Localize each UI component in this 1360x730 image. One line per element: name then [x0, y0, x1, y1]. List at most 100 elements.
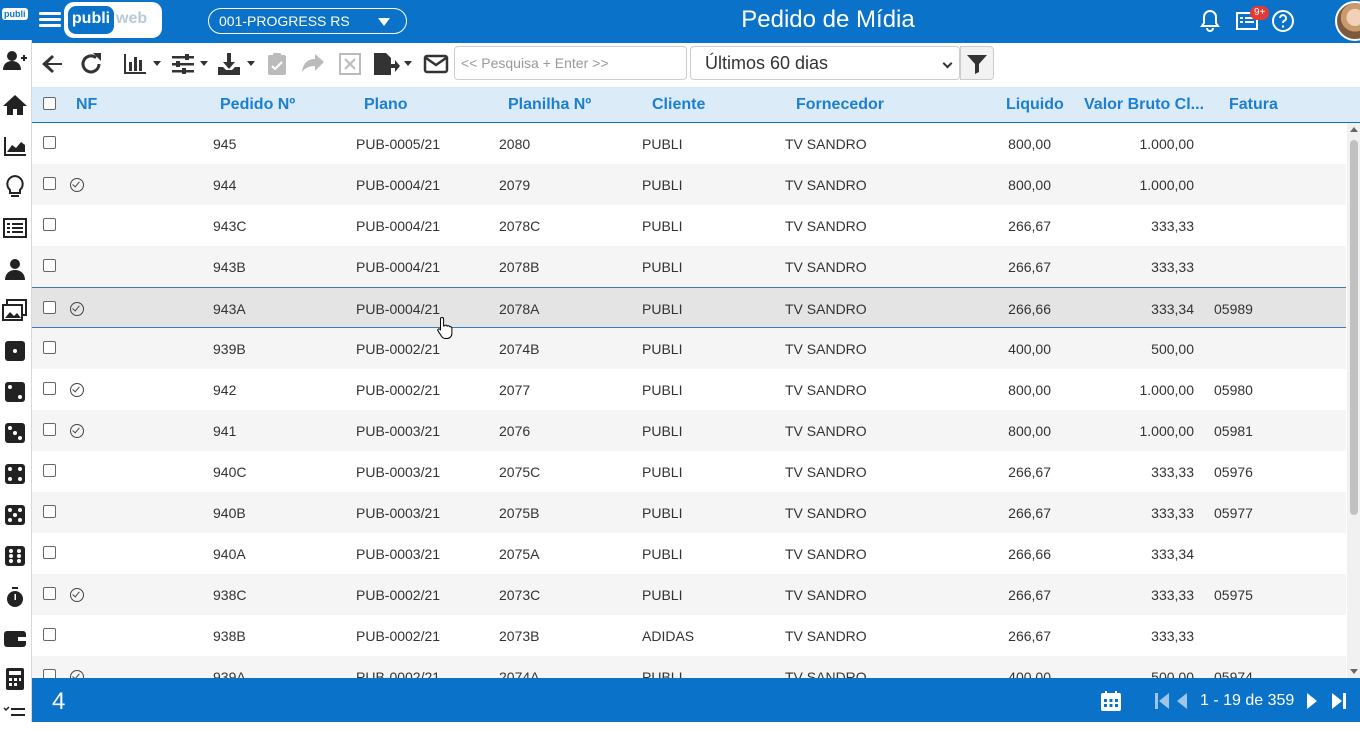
- scroll-down-arrow-icon[interactable]: [1350, 669, 1358, 674]
- calculator-icon[interactable]: [2, 666, 28, 692]
- dice-five-icon[interactable]: [2, 502, 28, 528]
- cell-planilha: 2076: [499, 423, 531, 439]
- first-page-icon[interactable]: [1154, 690, 1170, 712]
- cell-pedido: 939A: [213, 669, 246, 678]
- download-icon[interactable]: [216, 51, 242, 79]
- scrollbar-thumb[interactable]: [1350, 140, 1358, 515]
- table-row[interactable]: 941 PUB-0003/21 2076 PUBLI TV SANDRO 800,00 1.…: [32, 410, 1346, 451]
- clipboard-icon[interactable]: [266, 51, 288, 79]
- export-icon[interactable]: [372, 51, 400, 79]
- sliders-icon[interactable]: [170, 51, 196, 79]
- app-logo[interactable]: publi web: [64, 2, 162, 38]
- dice-four-icon[interactable]: [2, 461, 28, 487]
- dice-six-icon[interactable]: [2, 543, 28, 569]
- table-row[interactable]: 940C PUB-0003/21 2075C PUBLI TV SANDRO 266,67…: [32, 451, 1346, 492]
- row-checkbox[interactable]: [43, 423, 56, 436]
- vertical-scrollbar[interactable]: [1347, 123, 1360, 678]
- rail-logo[interactable]: publi: [0, 0, 32, 40]
- row-checkbox[interactable]: [43, 464, 56, 477]
- dice-three-icon[interactable]: [2, 420, 28, 446]
- home-icon[interactable]: [2, 92, 28, 118]
- filter-button[interactable]: [960, 46, 994, 80]
- company-selector[interactable]: 001-PROGRESS RS: [208, 8, 407, 34]
- column-header-valor-bruto[interactable]: Valor Bruto Cl...: [1084, 96, 1204, 114]
- column-header-liquido[interactable]: Liquido: [1006, 96, 1064, 114]
- area-chart-icon[interactable]: [2, 133, 28, 159]
- user-avatar[interactable]: [1335, 1, 1360, 41]
- column-header-fornecedor[interactable]: Fornecedor: [796, 96, 884, 114]
- column-header-nf[interactable]: NF: [76, 96, 97, 114]
- row-checkbox[interactable]: [43, 505, 56, 518]
- cell-valor-bruto: 333,33: [1151, 259, 1194, 275]
- period-select[interactable]: Últimos 60 dias: [690, 46, 960, 80]
- hamburger-menu-icon[interactable]: [39, 9, 61, 31]
- table-row[interactable]: 939A PUB-0002/21 2074A PUBLI TV SANDRO 400,00…: [32, 656, 1346, 678]
- cell-plano: PUB-0004/21: [356, 177, 441, 193]
- row-checkbox[interactable]: [43, 301, 56, 314]
- row-checkbox[interactable]: [43, 341, 56, 354]
- row-checkbox[interactable]: [43, 177, 56, 190]
- table-row[interactable]: 938B PUB-0002/21 2073B ADIDAS TV SANDRO 266,6…: [32, 615, 1346, 656]
- cell-liquido: 266,67: [1008, 464, 1051, 480]
- last-page-icon[interactable]: [1331, 690, 1347, 712]
- sliders-caret-icon[interactable]: [200, 61, 208, 66]
- cell-valor-bruto: 333,33: [1151, 464, 1194, 480]
- cell-plano: PUB-0002/21: [356, 382, 441, 398]
- table-row[interactable]: 943B PUB-0004/21 2078B PUBLI TV SANDRO 266,67…: [32, 246, 1346, 287]
- cell-plano: PUB-0004/21: [356, 259, 441, 275]
- column-header-planilha[interactable]: Planilha Nº: [508, 96, 591, 114]
- bell-icon[interactable]: [1198, 9, 1222, 33]
- media-images-icon[interactable]: [2, 297, 28, 323]
- table-row[interactable]: 939B PUB-0002/21 2074B PUBLI TV SANDRO 400,00…: [32, 328, 1346, 369]
- row-checkbox[interactable]: [43, 669, 56, 678]
- bar-chart-icon[interactable]: [122, 51, 150, 79]
- search-input[interactable]: [454, 46, 687, 80]
- stopwatch-icon[interactable]: [2, 584, 28, 610]
- tasks-icon[interactable]: [2, 704, 28, 730]
- envelope-icon[interactable]: [423, 51, 449, 79]
- download-caret-icon[interactable]: [247, 61, 255, 66]
- export-caret-icon[interactable]: [404, 61, 412, 66]
- cell-cliente: PUBLI: [642, 546, 683, 562]
- logo-text-publi: publi: [68, 6, 114, 34]
- table-row[interactable]: 943A PUB-0004/21 2078A PUBLI TV SANDRO 266,66…: [32, 287, 1346, 328]
- refresh-icon[interactable]: [78, 51, 104, 79]
- list-icon[interactable]: [2, 215, 28, 241]
- row-checkbox[interactable]: [43, 628, 56, 641]
- calendar-icon[interactable]: [1100, 690, 1122, 712]
- previous-page-icon[interactable]: [1176, 690, 1188, 712]
- column-header-plano[interactable]: Plano: [364, 96, 408, 114]
- row-checkbox[interactable]: [43, 136, 56, 149]
- column-header-cliente[interactable]: Cliente: [652, 96, 705, 114]
- lightbulb-icon[interactable]: [2, 174, 28, 200]
- row-checkbox[interactable]: [43, 218, 56, 231]
- row-checkbox[interactable]: [43, 587, 56, 600]
- help-icon[interactable]: [1271, 9, 1295, 33]
- wallet-icon[interactable]: [2, 625, 28, 651]
- table-row[interactable]: 943C PUB-0004/21 2078C PUBLI TV SANDRO 266,67…: [32, 205, 1346, 246]
- back-arrow-icon[interactable]: [40, 51, 66, 79]
- bar-chart-caret-icon[interactable]: [153, 61, 161, 66]
- add-user-icon[interactable]: [2, 48, 28, 74]
- column-header-fatura[interactable]: Fatura: [1229, 96, 1278, 114]
- cell-pedido: 943A: [213, 301, 246, 317]
- scroll-up-arrow-icon[interactable]: [1350, 127, 1358, 132]
- share-icon[interactable]: [300, 51, 326, 79]
- table-row[interactable]: 940B PUB-0003/21 2075B PUBLI TV SANDRO 266,67…: [32, 492, 1346, 533]
- table-row[interactable]: 940A PUB-0003/21 2075A PUBLI TV SANDRO 266,66…: [32, 533, 1346, 574]
- row-checkbox[interactable]: [43, 382, 56, 395]
- column-header-pedido[interactable]: Pedido Nº: [220, 96, 295, 114]
- table-row[interactable]: 942 PUB-0002/21 2077 PUBLI TV SANDRO 800,00 1.…: [32, 369, 1346, 410]
- select-all-checkbox[interactable]: [43, 97, 56, 110]
- cancel-icon[interactable]: [338, 51, 362, 79]
- table-row[interactable]: 944 PUB-0004/21 2079 PUBLI TV SANDRO 800,00 1.…: [32, 164, 1346, 205]
- dice-one-icon[interactable]: [2, 338, 28, 364]
- table-row[interactable]: 938C PUB-0002/21 2073C PUBLI TV SANDRO 266,67…: [32, 574, 1346, 615]
- row-checkbox[interactable]: [43, 546, 56, 559]
- table-row[interactable]: 945 PUB-0005/21 2080 PUBLI TV SANDRO 800,00 1.…: [32, 123, 1346, 164]
- dice-two-icon[interactable]: [2, 379, 28, 405]
- cell-pedido: 938B: [213, 628, 246, 644]
- row-checkbox[interactable]: [43, 259, 56, 272]
- next-page-icon[interactable]: [1306, 690, 1318, 712]
- user-tie-icon[interactable]: [2, 256, 28, 282]
